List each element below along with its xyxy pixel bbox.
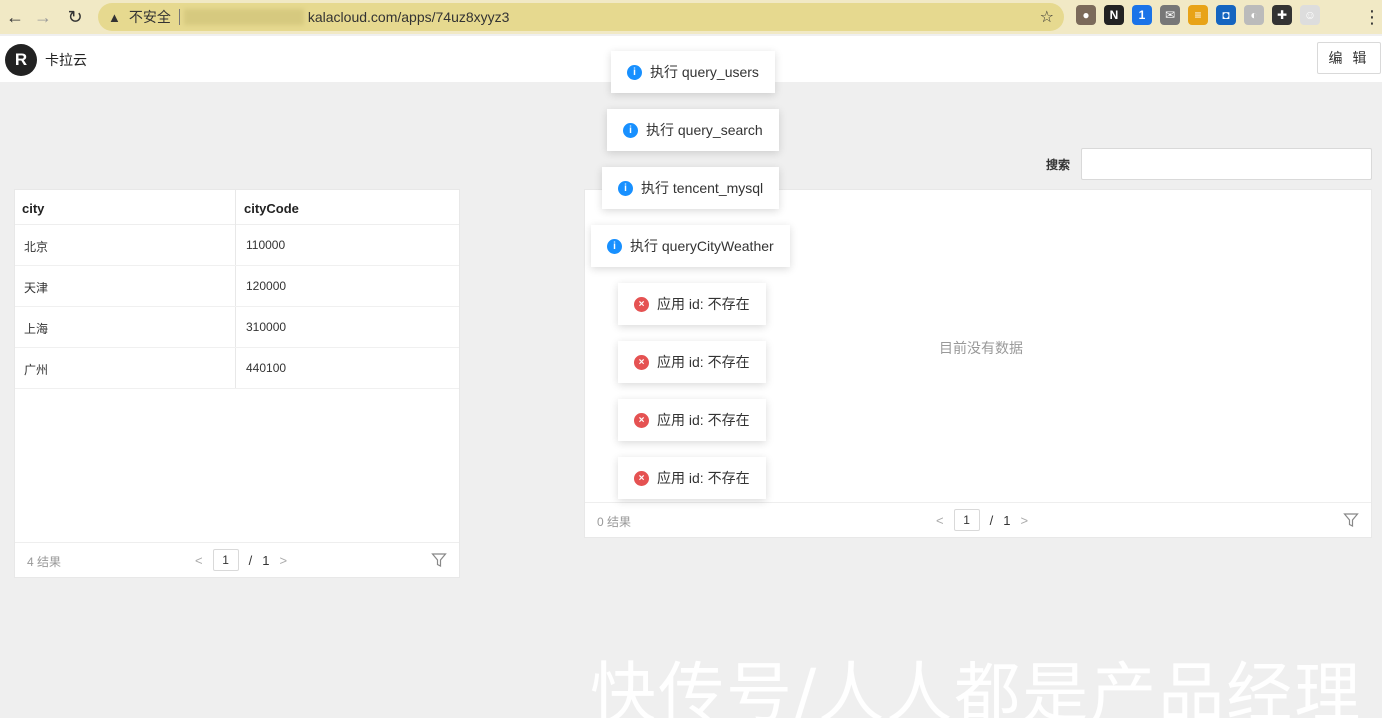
logo-icon: R bbox=[5, 44, 37, 76]
mail-icon[interactable]: ✉ bbox=[1160, 5, 1180, 25]
error-icon: × bbox=[634, 412, 649, 428]
table-footer: 0 结果 < 1 / 1 > bbox=[585, 502, 1371, 537]
edit-button[interactable]: 编 辑 bbox=[1317, 42, 1381, 74]
insecure-label: 不安全 bbox=[128, 9, 171, 25]
cell-citycode: 120000 bbox=[246, 279, 287, 293]
toast-message: 应用 id: 不存在 bbox=[657, 470, 750, 486]
column-header-citycode[interactable]: cityCode bbox=[244, 201, 299, 216]
toast-message: 应用 id: 不存在 bbox=[657, 354, 750, 370]
page-separator: / bbox=[989, 512, 994, 528]
info-icon: i bbox=[623, 122, 638, 138]
error-icon: × bbox=[634, 296, 649, 312]
warning-icon: ▲ bbox=[108, 9, 121, 25]
error-icon: × bbox=[634, 354, 649, 370]
toast-message: 执行 tencent_mysql bbox=[641, 180, 764, 196]
total-pages: 1 bbox=[262, 552, 270, 568]
table-row[interactable]: 天津 120000 bbox=[15, 266, 459, 307]
info-icon: i bbox=[607, 238, 622, 254]
url-text: kalacloud.com/apps/74uz8xyyz3 bbox=[307, 9, 510, 25]
toast-notification: × 应用 id: 不存在 bbox=[618, 399, 766, 441]
table-row[interactable]: 上海 310000 bbox=[15, 307, 459, 348]
table-row[interactable]: 广州 440100 bbox=[15, 348, 459, 389]
page-input[interactable]: 1 bbox=[212, 549, 239, 571]
toast-message: 应用 id: 不存在 bbox=[657, 296, 750, 312]
next-page-icon[interactable]: > bbox=[279, 553, 287, 568]
toast-notification: i 执行 tencent_mysql bbox=[602, 167, 780, 209]
puzzle-icon[interactable]: ✚ bbox=[1272, 5, 1292, 25]
column-header-city[interactable]: city bbox=[22, 201, 44, 216]
table-row[interactable]: 北京 110000 bbox=[15, 225, 459, 266]
toast-notification: × 应用 id: 不存在 bbox=[618, 457, 766, 499]
filter-icon[interactable] bbox=[431, 552, 447, 568]
toast-notification: × 应用 id: 不存在 bbox=[618, 341, 766, 383]
tomato-icon[interactable]: ● bbox=[1076, 5, 1096, 25]
result-count: 4 结果 bbox=[27, 555, 62, 569]
prev-page-icon[interactable]: < bbox=[195, 553, 203, 568]
toast-message: 执行 query_search bbox=[646, 122, 763, 138]
total-pages: 1 bbox=[1003, 512, 1011, 528]
info-icon: i bbox=[618, 180, 633, 196]
result-count: 0 结果 bbox=[597, 515, 632, 529]
cell-city: 广州 bbox=[24, 363, 49, 377]
cell-city: 天津 bbox=[24, 281, 49, 295]
info-icon: i bbox=[627, 64, 642, 80]
page-separator: / bbox=[248, 552, 253, 568]
prev-page-icon[interactable]: < bbox=[936, 513, 944, 528]
search-label: 搜索 bbox=[1046, 158, 1071, 172]
app-name: 卡拉云 bbox=[45, 52, 87, 68]
circle-icon[interactable]: ◐ bbox=[1244, 5, 1264, 25]
next-page-icon[interactable]: > bbox=[1020, 513, 1028, 528]
blurred-subdomain bbox=[183, 9, 304, 25]
table-footer: 4 结果 < 1 / 1 > bbox=[15, 542, 459, 577]
browser-menu-icon[interactable]: ⋮ bbox=[1362, 2, 1382, 32]
toast-notification: i 执行 query_search bbox=[607, 109, 779, 151]
back-arrow-icon[interactable]: ← bbox=[0, 2, 30, 32]
grid-icon[interactable]: ≡ bbox=[1188, 5, 1208, 25]
toast-notification: i 执行 queryCityWeather bbox=[591, 225, 790, 267]
error-icon: × bbox=[634, 470, 649, 486]
onepassword-icon[interactable]: 1 bbox=[1132, 5, 1152, 25]
toast-message: 执行 queryCityWeather bbox=[630, 238, 774, 254]
app-icon[interactable]: ◘ bbox=[1216, 5, 1236, 25]
reload-icon[interactable]: ↻ bbox=[60, 2, 90, 32]
page-input[interactable]: 1 bbox=[953, 509, 980, 531]
extension-icons: ● N 1 ✉ ≡ ◘ ◐ ✚ ☺ bbox=[1076, 5, 1320, 25]
toast-notification: × 应用 id: 不存在 bbox=[618, 283, 766, 325]
table-header: city cityCode bbox=[15, 190, 459, 225]
cell-city: 北京 bbox=[24, 240, 49, 254]
pagination: < 1 / 1 > bbox=[195, 549, 287, 571]
toast-message: 应用 id: 不存在 bbox=[657, 412, 750, 428]
toast-notification: i 执行 query_users bbox=[611, 51, 775, 93]
address-bar[interactable]: ▲ 不安全 kalacloud.com/apps/74uz8xyyz3 ☆ bbox=[98, 3, 1064, 31]
bookmark-star-icon[interactable]: ☆ bbox=[1040, 7, 1054, 27]
profile-icon[interactable]: ☺ bbox=[1300, 5, 1320, 25]
browser-toolbar: ← → ↻ ▲ 不安全 kalacloud.com/apps/74uz8xyyz… bbox=[0, 0, 1382, 34]
cell-citycode: 440100 bbox=[246, 361, 287, 375]
city-table: city cityCode 北京 110000 天津 120000 上海 310… bbox=[14, 189, 460, 578]
address-separator bbox=[178, 9, 180, 25]
forward-arrow-icon[interactable]: → bbox=[28, 2, 58, 32]
pagination: < 1 / 1 > bbox=[936, 509, 1028, 531]
filter-icon[interactable] bbox=[1343, 512, 1359, 528]
watermark: 快传号/人人都是产品经理 bbox=[590, 655, 1363, 718]
toast-message: 执行 query_users bbox=[650, 64, 759, 80]
notion-icon[interactable]: N bbox=[1104, 5, 1124, 25]
cell-citycode: 310000 bbox=[246, 320, 287, 334]
cell-citycode: 110000 bbox=[246, 238, 286, 252]
search-input[interactable] bbox=[1081, 148, 1372, 180]
cell-city: 上海 bbox=[24, 322, 49, 336]
